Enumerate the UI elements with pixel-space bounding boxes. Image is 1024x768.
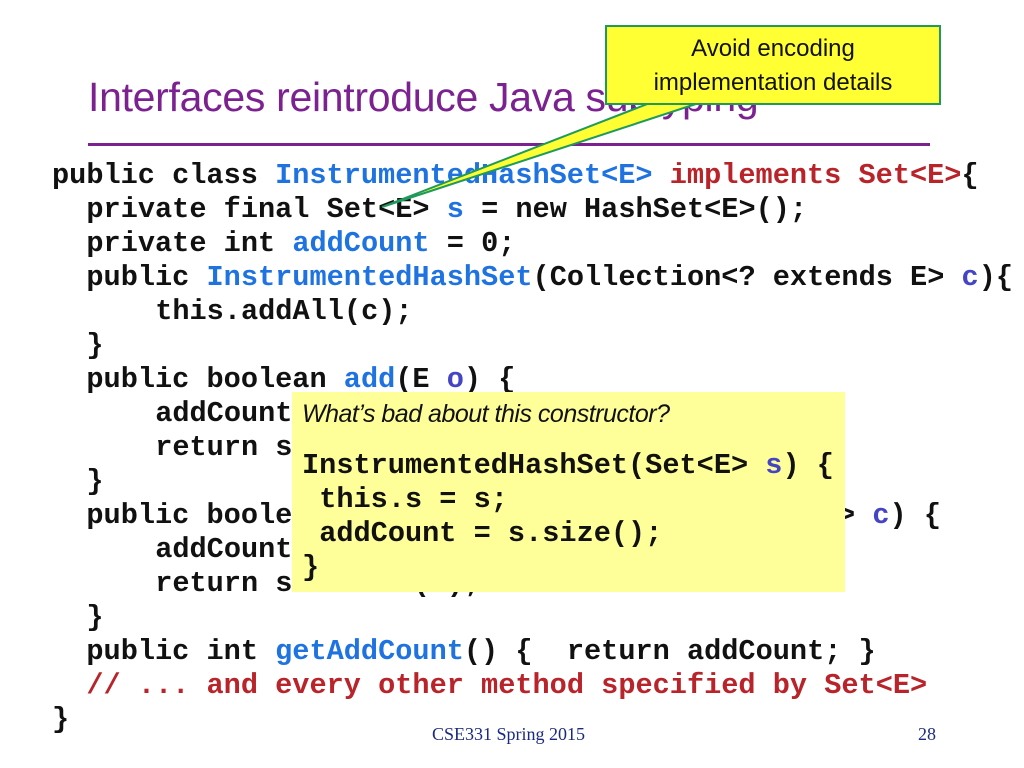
callout-line-1: Avoid encoding	[691, 35, 855, 62]
footer-course: CSE331 Spring 2015	[432, 724, 586, 744]
callout-line-2: implementation details	[653, 69, 893, 96]
page-number: 28	[918, 724, 936, 744]
callout-pointer-shape	[381, 100, 706, 208]
callout-box: Avoid encoding implementation details	[605, 25, 941, 105]
callout-pointer	[381, 100, 706, 208]
